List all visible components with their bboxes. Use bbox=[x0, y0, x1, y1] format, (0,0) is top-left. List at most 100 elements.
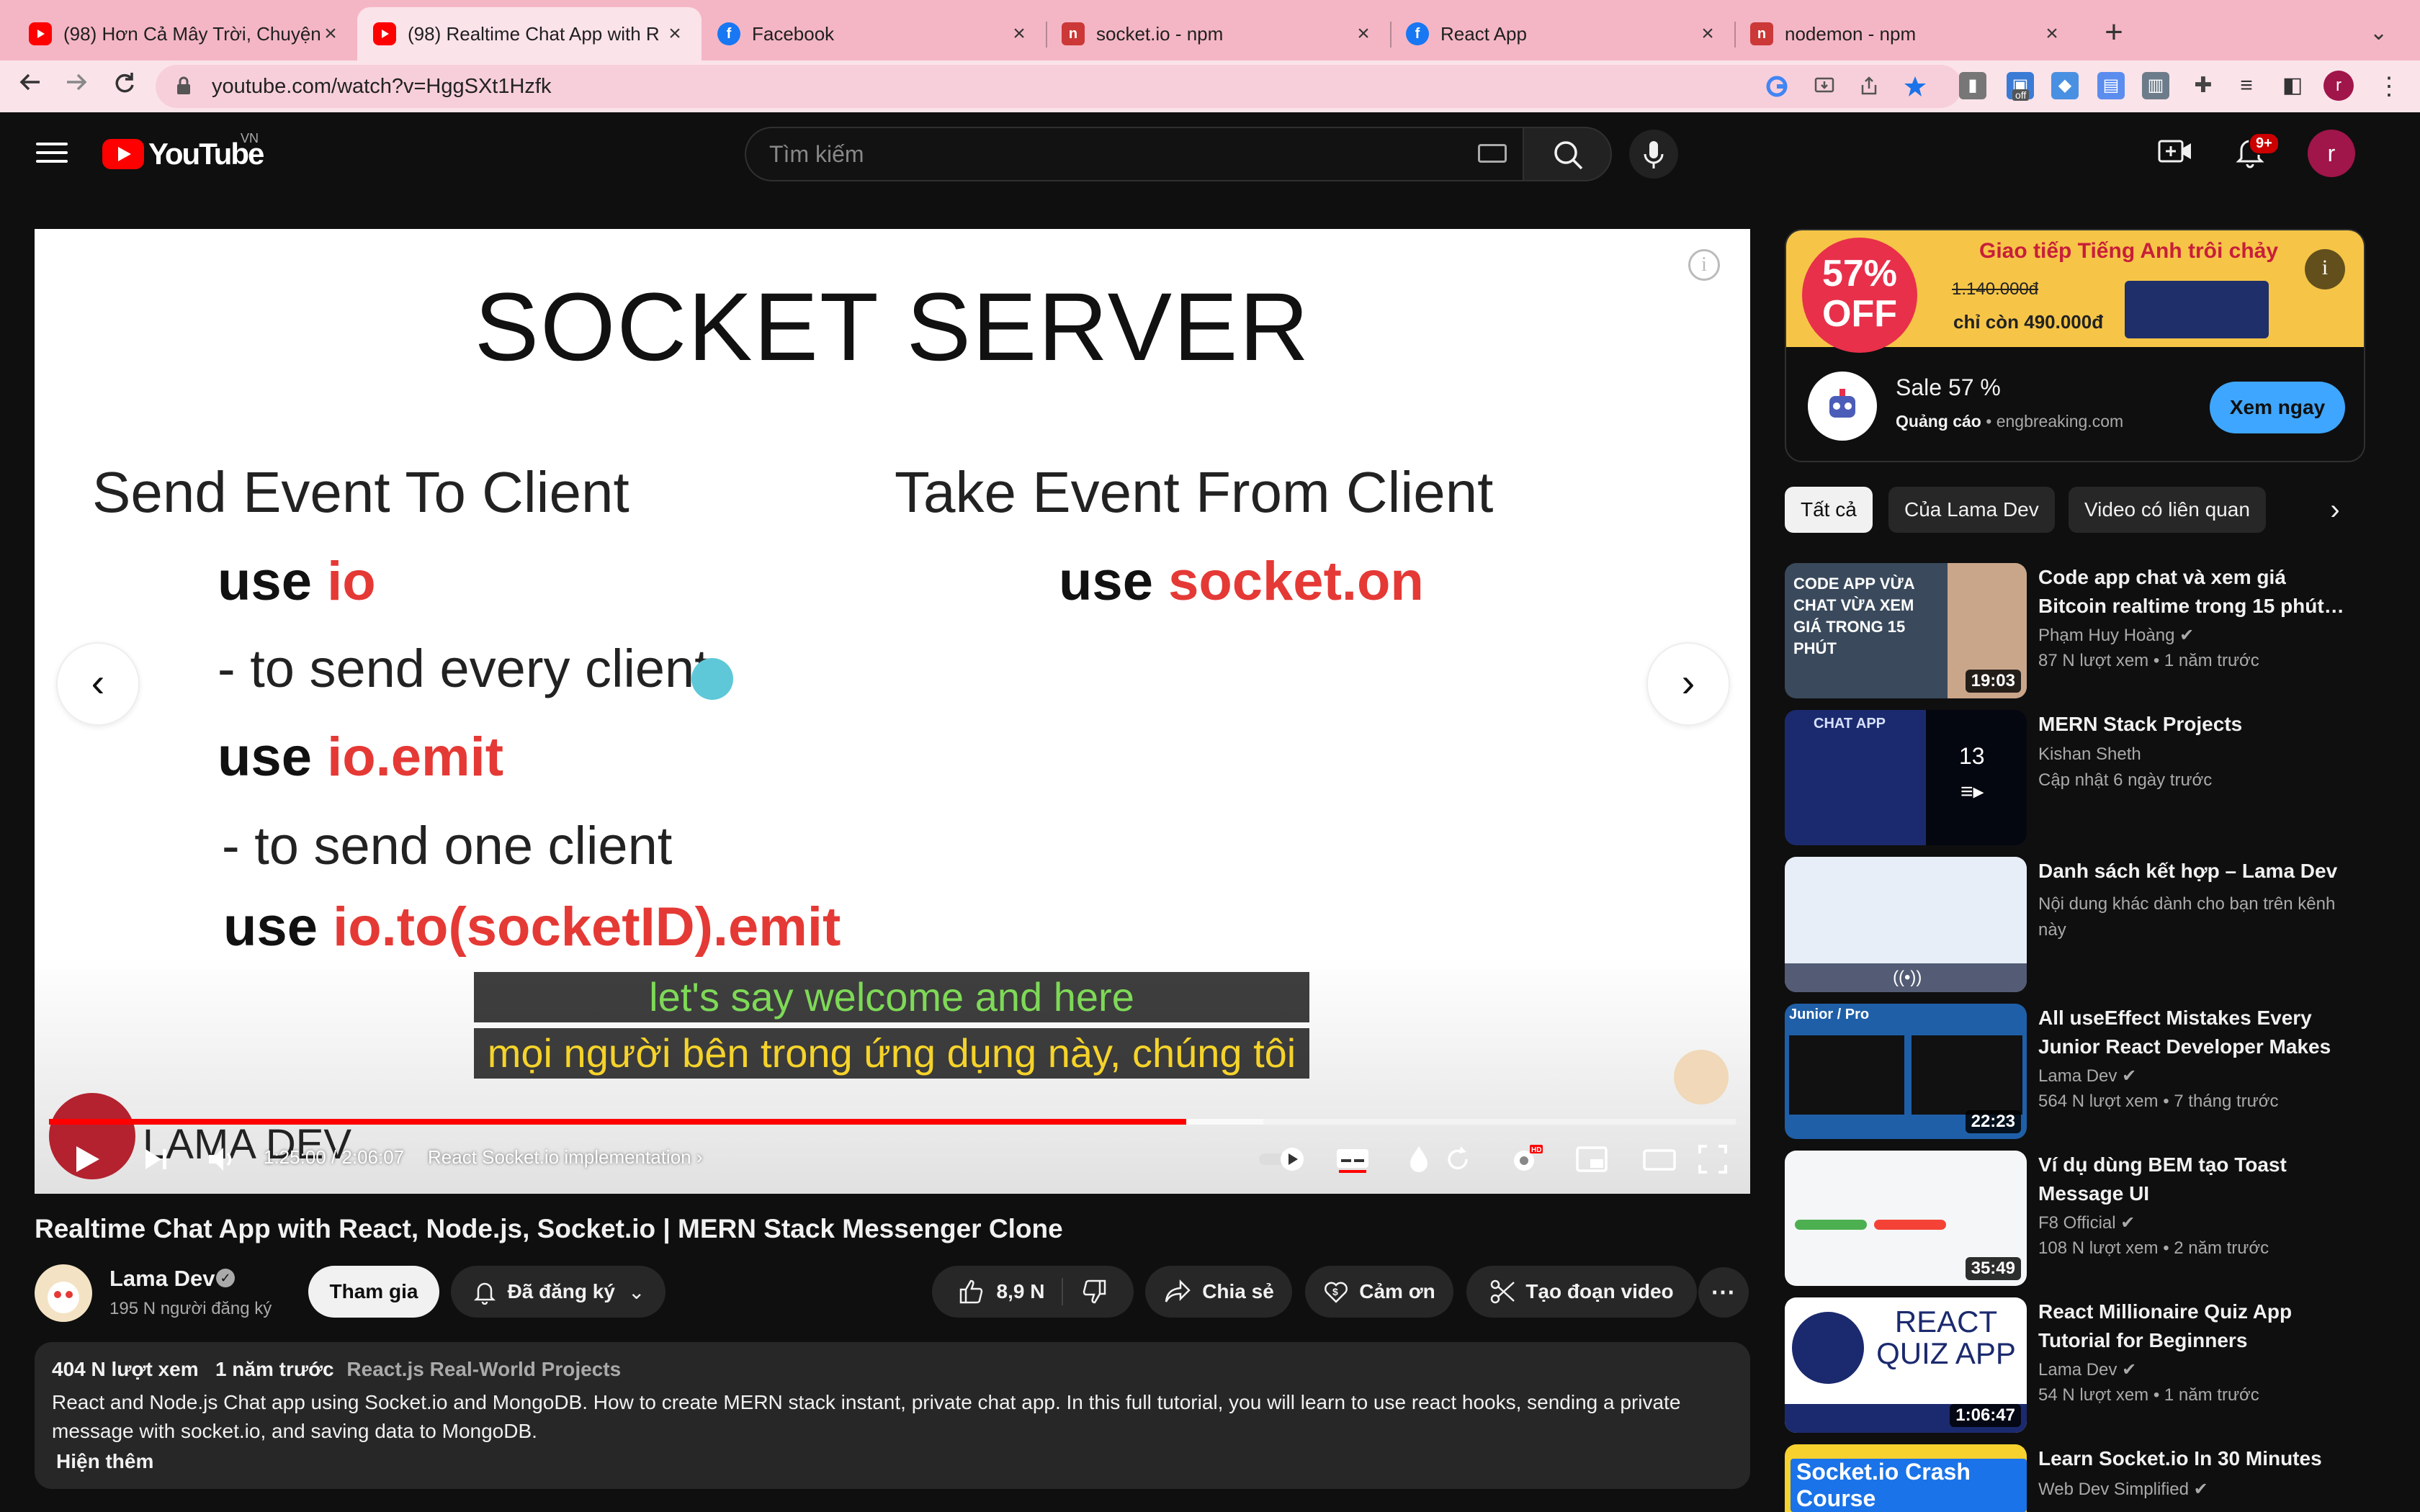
ad-card[interactable]: 57% OFF Giao tiếp Tiếng Anh trôi chảy 1.… bbox=[1785, 229, 2365, 462]
media-control-icon[interactable]: ≡ bbox=[2233, 72, 2260, 99]
description-box[interactable]: 404 N lượt xem 1 năm trước React.js Real… bbox=[35, 1342, 1750, 1489]
voice-search-button[interactable] bbox=[1629, 130, 1678, 179]
recommendation-item[interactable]: Junior / Pro 22:23 All useEffect Mistake… bbox=[1785, 1004, 2368, 1139]
progress-bar[interactable] bbox=[49, 1119, 1736, 1125]
close-icon[interactable]: × bbox=[320, 22, 341, 46]
recommendation-item[interactable]: Socket.io Crash Course Learn Socket.io I… bbox=[1785, 1444, 2368, 1512]
volume-button[interactable] bbox=[202, 1136, 242, 1182]
dislike-button[interactable] bbox=[1063, 1278, 1108, 1305]
video-thumbnail[interactable]: REACT QUIZ APP 1:06:47 bbox=[1785, 1297, 2027, 1433]
chevron-down-icon[interactable]: ⌄ bbox=[2370, 20, 2388, 45]
extension-icon[interactable]: ▥ bbox=[2142, 72, 2169, 99]
close-icon[interactable]: × bbox=[1697, 22, 1718, 46]
fullscreen-button[interactable] bbox=[1691, 1136, 1734, 1182]
close-icon[interactable]: × bbox=[2041, 22, 2063, 46]
google-icon[interactable] bbox=[1765, 75, 1789, 99]
play-button[interactable] bbox=[66, 1136, 107, 1182]
account-avatar[interactable]: r bbox=[2308, 130, 2355, 177]
recommendation-item[interactable]: REACT QUIZ APP 1:06:47 React Millionaire… bbox=[1785, 1297, 2368, 1433]
search-button[interactable] bbox=[1523, 127, 1612, 181]
autoplay-toggle[interactable] bbox=[1253, 1136, 1311, 1182]
extension-icon[interactable]: ◆ bbox=[2051, 72, 2079, 99]
subscribed-button[interactable]: Đã đăng ký ⌄ bbox=[451, 1266, 666, 1318]
replay-icon bbox=[1448, 1146, 1468, 1170]
join-button[interactable]: Tham gia bbox=[308, 1266, 439, 1318]
hamburger-menu-icon[interactable] bbox=[36, 137, 68, 166]
create-video-button[interactable] bbox=[2158, 137, 2192, 166]
info-icon[interactable]: i bbox=[1688, 249, 1720, 281]
next-video-button[interactable] bbox=[135, 1136, 176, 1182]
extension-icon[interactable]: ▤ bbox=[2097, 72, 2125, 99]
channel-watermark-avatar[interactable] bbox=[1674, 1050, 1729, 1104]
video-thumbnail[interactable]: Junior / Pro 22:23 bbox=[1785, 1004, 2027, 1139]
info-icon[interactable]: i bbox=[2305, 249, 2345, 289]
channel-name[interactable]: Lama Dev bbox=[109, 1266, 215, 1292]
install-app-icon[interactable] bbox=[1812, 75, 1837, 99]
playlist-tag[interactable]: React.js Real-World Projects bbox=[346, 1358, 621, 1380]
video-duration: 1:06:47 bbox=[1950, 1404, 2021, 1427]
code-value: socket.on bbox=[1168, 551, 1424, 612]
video-duration: 19:03 bbox=[1965, 670, 2021, 693]
browser-tab[interactable]: f Facebook × bbox=[702, 7, 1046, 60]
youtube-logo[interactable]: YouTube bbox=[102, 137, 264, 171]
chapter-title[interactable]: React Socket.io implementation › bbox=[428, 1146, 703, 1169]
ad-cta-button[interactable]: Xem ngay bbox=[2210, 382, 2345, 433]
theater-mode-button[interactable] bbox=[1638, 1136, 1681, 1182]
more-vert-icon[interactable]: ⋮ bbox=[2377, 72, 2401, 101]
extension-icon[interactable]: ▮ bbox=[1959, 72, 1986, 99]
recommendation-item[interactable]: ((•)) Danh sách kết hợp – Lama Dev Nội d… bbox=[1785, 857, 2368, 992]
miniplayer-button[interactable] bbox=[1570, 1136, 1613, 1182]
recommendation-item[interactable]: CHAT APP 13 ≡▸ MERN Stack Projects Kisha… bbox=[1785, 710, 2368, 845]
close-icon[interactable]: × bbox=[1008, 22, 1030, 46]
forward-button[interactable] bbox=[59, 69, 94, 104]
recommendation-item[interactable]: CODE APP VỪA CHAT VỪA XEM GIÁ TRONG 15 P… bbox=[1785, 563, 2368, 698]
chip-related[interactable]: Video có liên quan bbox=[2069, 487, 2266, 533]
search-input[interactable] bbox=[769, 140, 1417, 168]
dub-audio-button[interactable] bbox=[1397, 1136, 1440, 1182]
side-panel-icon[interactable]: ◧ bbox=[2279, 72, 2306, 99]
keyboard-icon[interactable] bbox=[1478, 144, 1507, 163]
browser-tab[interactable]: (98) Hơn Cả Mây Trời, Chuyện × bbox=[13, 7, 357, 60]
subtitles-button[interactable] bbox=[1331, 1136, 1374, 1182]
more-actions-button[interactable]: ⋯ bbox=[1698, 1267, 1749, 1318]
recommendation-item[interactable]: 35:49 Ví dụ dùng BEM tạo Toast Message U… bbox=[1785, 1151, 2368, 1286]
bookmark-star-icon[interactable] bbox=[1903, 75, 1927, 99]
time-display: 1:25:00 / 2:06:07 bbox=[264, 1146, 405, 1168]
browser-profile-avatar[interactable]: r bbox=[2323, 71, 2354, 101]
close-icon[interactable]: × bbox=[664, 22, 686, 46]
reload-button[interactable] bbox=[107, 69, 141, 104]
browser-tab[interactable]: n nodemon - npm × bbox=[1734, 7, 2079, 60]
channel-avatar[interactable] bbox=[35, 1264, 92, 1322]
tab-title: (98) Realtime Chat App with R bbox=[408, 22, 660, 45]
video-player[interactable]: SOCKET SERVER Send Event To Client Take … bbox=[35, 229, 1750, 1194]
back-button[interactable] bbox=[13, 69, 48, 104]
chip-from-channel[interactable]: Của Lama Dev bbox=[1888, 487, 2055, 533]
show-more-link[interactable]: Hiện thêm bbox=[56, 1450, 1733, 1473]
address-bar[interactable]: youtube.com/watch?v=HggSXt1Hzfk bbox=[156, 65, 1962, 108]
playlist-icon: ≡▸ bbox=[1960, 780, 1984, 804]
clip-button[interactable]: Tạo đoạn video bbox=[1466, 1266, 1697, 1318]
new-tab-button[interactable]: + bbox=[2096, 16, 2132, 52]
share-button[interactable]: Chia sẻ bbox=[1145, 1266, 1292, 1318]
share-arrow-icon bbox=[1165, 1279, 1191, 1302]
chevron-right-icon[interactable]: › bbox=[1646, 642, 1730, 726]
browser-tab[interactable]: f React App × bbox=[1390, 7, 1734, 60]
playlist-thumbnail[interactable]: CHAT APP 13 ≡▸ bbox=[1785, 710, 2027, 845]
video-thumbnail[interactable]: CODE APP VỪA CHAT VỪA XEM GIÁ TRONG 15 P… bbox=[1785, 563, 2027, 698]
chip-all[interactable]: Tất cả bbox=[1785, 487, 1873, 533]
mix-thumbnail[interactable]: ((•)) bbox=[1785, 857, 2027, 992]
ad-banner-image[interactable]: 57% OFF Giao tiếp Tiếng Anh trôi chảy 1.… bbox=[1786, 230, 2364, 353]
thanks-button[interactable]: $ Cảm ơn bbox=[1305, 1266, 1453, 1318]
settings-button[interactable]: HD bbox=[1504, 1136, 1547, 1182]
close-icon[interactable]: × bbox=[1353, 22, 1374, 46]
video-thumbnail[interactable]: 35:49 bbox=[1785, 1151, 2027, 1286]
chevron-left-icon[interactable]: ‹ bbox=[56, 642, 140, 726]
browser-tab[interactable]: n socket.io - npm × bbox=[1046, 7, 1390, 60]
puzzle-icon[interactable]: ✚ bbox=[2190, 72, 2217, 99]
chevron-right-icon[interactable]: › bbox=[2312, 487, 2358, 533]
video-thumbnail[interactable]: Socket.io Crash Course bbox=[1785, 1444, 2027, 1512]
browser-tab-active[interactable]: (98) Realtime Chat App with R × bbox=[357, 7, 702, 60]
like-button[interactable]: 8,9 N bbox=[958, 1278, 1064, 1305]
replay-button[interactable] bbox=[1436, 1136, 1479, 1182]
share-icon[interactable] bbox=[1857, 75, 1881, 99]
